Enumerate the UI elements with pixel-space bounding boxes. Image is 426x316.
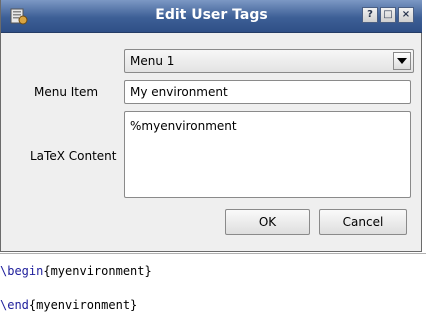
- latex-command: \begin: [0, 264, 44, 278]
- help-button[interactable]: ?: [362, 7, 378, 23]
- ok-button[interactable]: OK: [225, 209, 310, 235]
- chevron-down-icon: [397, 58, 407, 64]
- latex-argument: {myenvironment}: [28, 298, 138, 312]
- latex-argument: {myenvironment}: [43, 264, 152, 278]
- latex-content-label: LaTeX Content: [30, 149, 117, 163]
- latex-command: \end: [0, 298, 29, 312]
- dropdown-arrow-button[interactable]: [393, 52, 411, 70]
- editor-line-end[interactable]: \end{myenvironment}: [0, 297, 137, 313]
- edit-user-tags-dialog: Edit User Tags ? □ × Menu 1 Menu Item My…: [0, 0, 422, 252]
- dialog-title: Edit User Tags: [155, 7, 268, 23]
- menu-select-value: Menu 1: [130, 54, 175, 68]
- dialog-titlebar[interactable]: Edit User Tags ? □ ×: [1, 0, 422, 33]
- latex-content-field[interactable]: %myenvironment: [124, 111, 411, 198]
- editor-line-begin[interactable]: \begin{myenvironment}: [0, 263, 152, 279]
- menu-select[interactable]: Menu 1: [124, 49, 414, 73]
- menu-item-label: Menu Item: [34, 85, 99, 99]
- screen: \begin{myenvironment} \end{myenvironment…: [0, 0, 426, 316]
- cancel-button[interactable]: Cancel: [319, 209, 407, 235]
- editor-divider: [0, 253, 426, 254]
- maximize-button[interactable]: □: [380, 7, 396, 23]
- menu-item-field[interactable]: My environment: [124, 80, 411, 104]
- close-button[interactable]: ×: [398, 7, 414, 23]
